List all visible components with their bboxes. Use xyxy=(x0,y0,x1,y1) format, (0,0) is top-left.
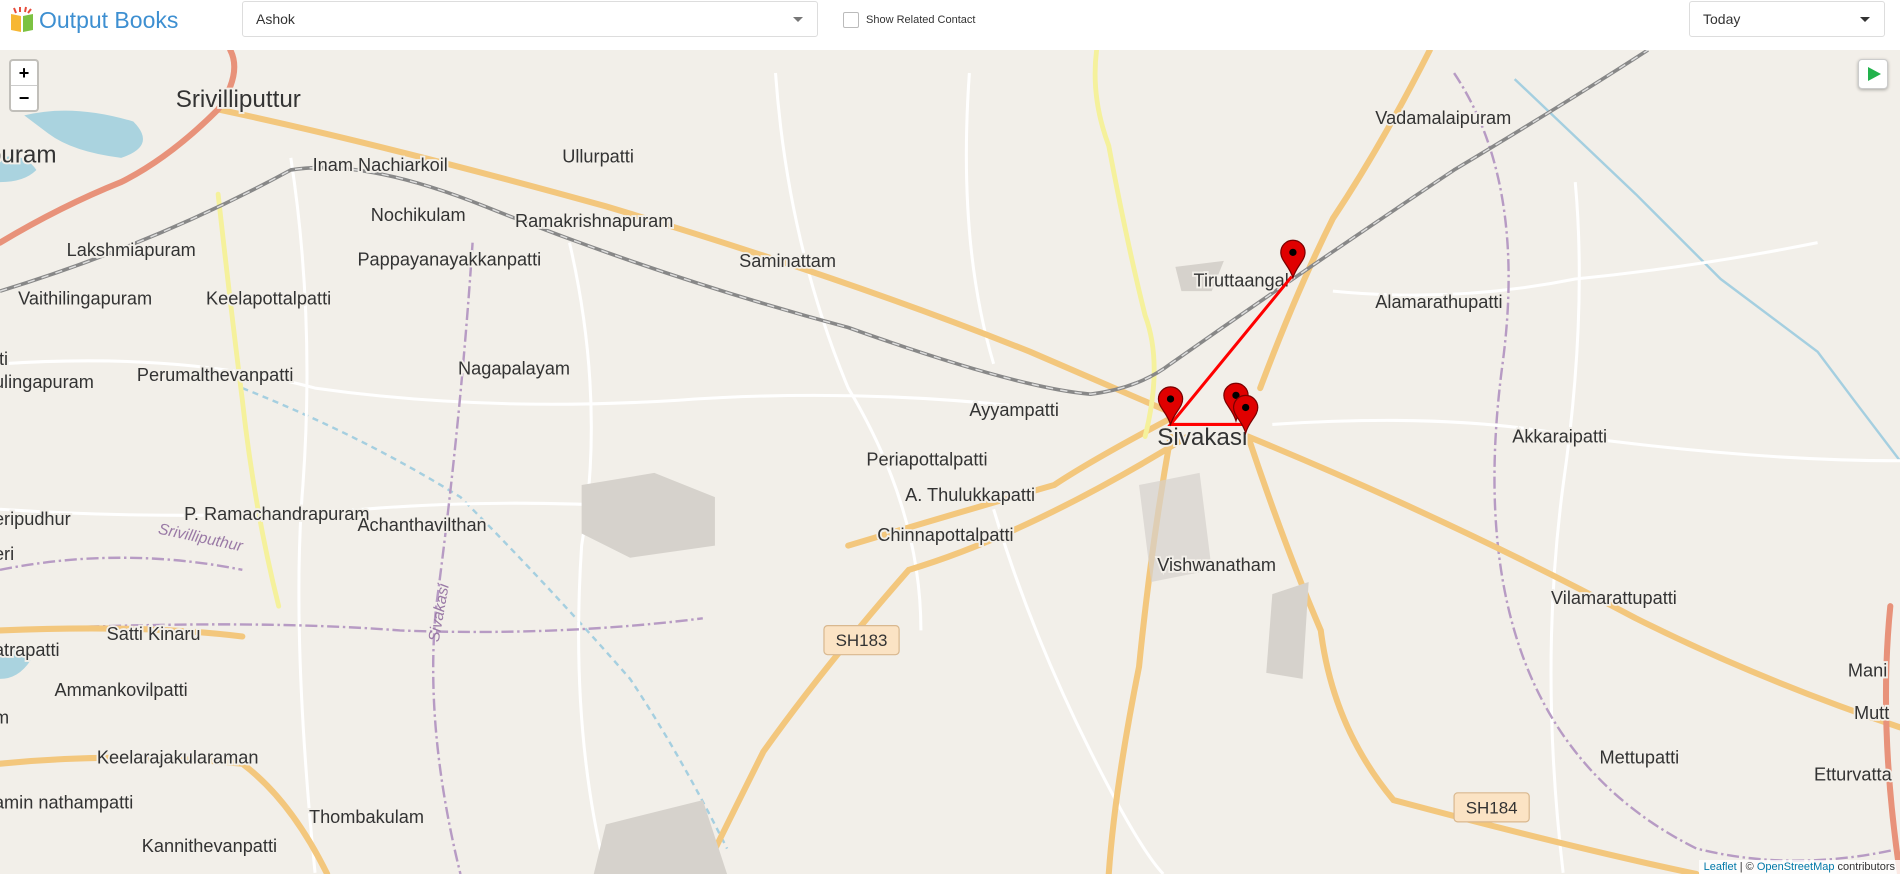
show-related-contact-label: Show Related Contact xyxy=(866,14,976,26)
place-label: Saminattam xyxy=(739,251,836,271)
place-label: Etturvatta xyxy=(1814,765,1893,785)
place-label: atrapatti xyxy=(0,640,60,660)
place-label: Thombakulam xyxy=(309,807,424,827)
place-label: Vishwanatham xyxy=(1157,555,1276,575)
place-label: Mettupatti xyxy=(1599,748,1679,768)
place-label: Vaithilingapuram xyxy=(18,288,152,308)
place-label: amin nathampatti xyxy=(0,793,133,813)
attribution-separator: | © xyxy=(1736,861,1757,873)
place-label: m xyxy=(0,708,9,728)
place-label: eripudhur xyxy=(0,509,71,529)
place-label: Srivilliputtur xyxy=(176,86,301,113)
place-label: Ayyampatti xyxy=(969,400,1058,420)
svg-text:SH183: SH183 xyxy=(836,631,888,650)
map-attribution: Leaflet | © OpenStreetMap contributors xyxy=(1698,860,1900,874)
map-tiles: Srivilliputtur puram Inam Nachiarkoil Ullur… xyxy=(0,50,1900,874)
map[interactable]: Srivilliputtur puram Inam Nachiarkoil Ullur… xyxy=(0,50,1900,874)
book-logo-icon xyxy=(11,6,33,32)
osm-link[interactable]: OpenStreetMap xyxy=(1757,861,1835,873)
contact-select-value: Ashok xyxy=(256,11,295,27)
place-label: Kannithevanpatti xyxy=(142,836,277,856)
header: Output Books Ashok Show Related Contact … xyxy=(0,0,1900,50)
zoom-out-button[interactable]: − xyxy=(11,86,37,110)
show-related-contact[interactable]: Show Related Contact xyxy=(843,12,975,28)
place-label: Keelapottalpatti xyxy=(206,288,331,308)
place-label: Tiruttaangal xyxy=(1194,270,1289,290)
place-label: Keelarajakularaman xyxy=(97,748,258,768)
leaflet-link[interactable]: Leaflet xyxy=(1704,861,1737,873)
place-label: Ammankovilpatti xyxy=(55,680,188,700)
place-label: A. Thulukkapatti xyxy=(905,485,1035,505)
place-label: Perumalthevanpatti xyxy=(137,365,293,385)
place-label: Inam Nachiarkoil xyxy=(313,155,448,175)
place-label: Sivakasi xyxy=(1157,424,1247,451)
place-label: Vadamalaipuram xyxy=(1375,108,1511,128)
place-label: Satti Kinaru xyxy=(107,624,201,644)
svg-text:SH184: SH184 xyxy=(1466,798,1518,817)
boundary-label: Sivakasi xyxy=(426,582,453,643)
play-button[interactable] xyxy=(1858,59,1888,89)
date-range-value: Today xyxy=(1703,11,1741,27)
place-label: puram xyxy=(0,142,57,169)
chevron-down-icon xyxy=(1860,17,1870,22)
place-label: Mutt xyxy=(1854,703,1889,723)
date-range-select[interactable]: Today xyxy=(1689,1,1885,37)
chevron-down-icon xyxy=(793,17,803,22)
place-label: Pappayanayakkanpatti xyxy=(357,250,541,270)
place-label: Akkaraipatti xyxy=(1512,427,1607,447)
place-label: P. Ramachandrapuram xyxy=(184,504,369,524)
road-shield: SH184 xyxy=(1453,792,1530,823)
road-shield: SH183 xyxy=(823,624,900,656)
zoom-control: + − xyxy=(9,59,39,112)
place-label: Ramakrishnapuram xyxy=(515,211,673,231)
attribution-suffix: contributors xyxy=(1834,861,1895,873)
place-label: Lakshmiapuram xyxy=(67,240,196,260)
place-label: Achanthavilthan xyxy=(357,515,486,535)
place-label: ulingapuram xyxy=(0,372,94,392)
place-label: Ullurpatti xyxy=(562,147,634,167)
place-label: Nagapalayam xyxy=(458,359,570,379)
place-label: Vilamarattupatti xyxy=(1551,588,1677,608)
play-icon xyxy=(1868,67,1881,81)
place-label: Mani xyxy=(1848,660,1887,680)
logo[interactable]: Output Books xyxy=(8,6,178,34)
location-marker-icon[interactable] xyxy=(1157,386,1184,427)
boundary-label: Srivilliputhur xyxy=(157,521,245,556)
contact-select[interactable]: Ashok xyxy=(242,1,818,37)
place-label: Nochikulam xyxy=(371,205,466,225)
logo-text: Output Books xyxy=(39,6,179,33)
place-label: tti xyxy=(0,349,8,369)
place-label: Alamarathupatti xyxy=(1375,292,1502,312)
place-label: Periapottalpatti xyxy=(866,450,987,470)
show-related-contact-checkbox[interactable] xyxy=(843,12,859,28)
place-label: eri xyxy=(0,544,14,564)
place-label: Chinnapottalpatti xyxy=(877,525,1013,545)
zoom-in-button[interactable]: + xyxy=(11,61,37,86)
